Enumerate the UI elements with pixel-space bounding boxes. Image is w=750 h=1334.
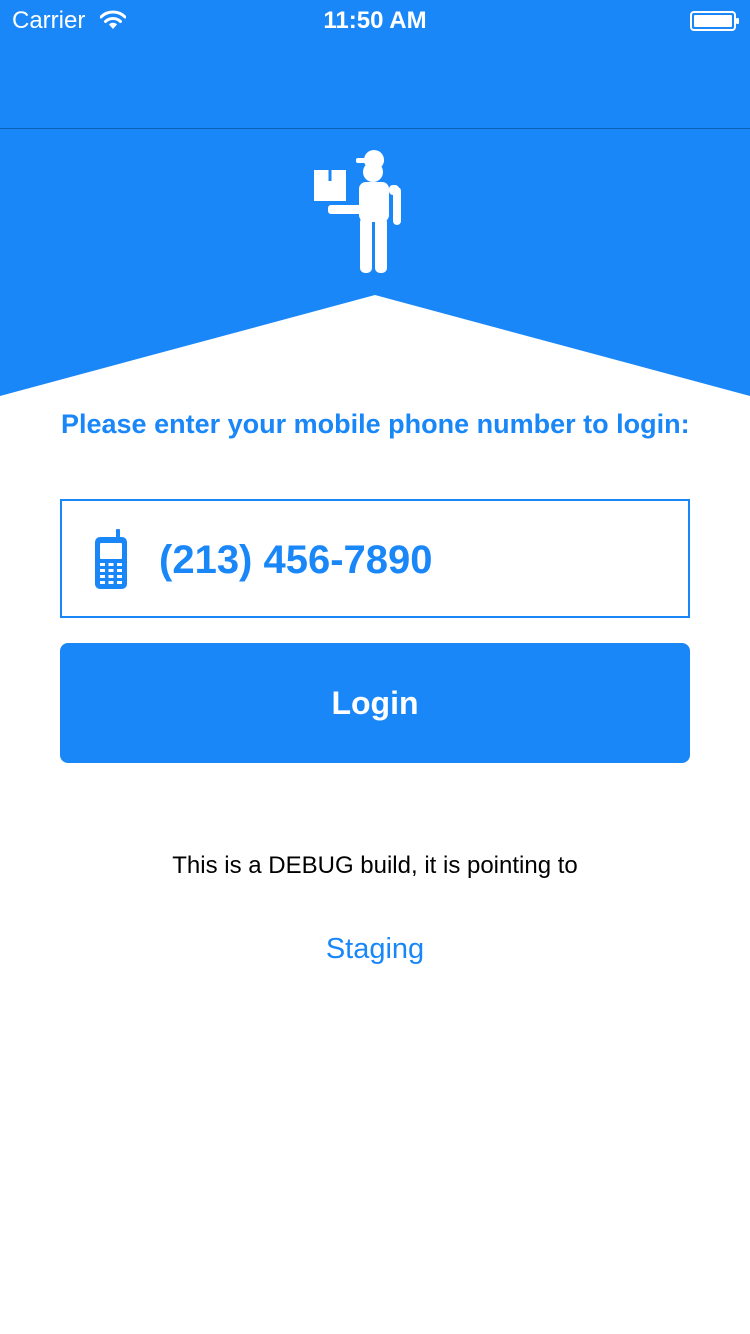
login-screen: Carrier 11:50 AM Please enter your mobil… bbox=[0, 0, 750, 1334]
status-time: 11:50 AM bbox=[323, 7, 427, 34]
environment-link[interactable]: Staging bbox=[0, 930, 750, 968]
mobile-phone-icon bbox=[95, 529, 127, 589]
phone-number-input[interactable]: (213) 456-7890 bbox=[60, 499, 690, 618]
login-button[interactable]: Login bbox=[60, 643, 690, 763]
debug-build-notice: This is a DEBUG build, it is pointing to bbox=[172, 852, 578, 879]
status-bar: Carrier 11:50 AM bbox=[0, 0, 750, 40]
delivery-man-icon bbox=[314, 150, 401, 273]
battery-icon bbox=[690, 11, 739, 31]
navigation-bar bbox=[0, 40, 750, 129]
login-prompt: Please enter your mobile phone number to… bbox=[61, 409, 690, 439]
phone-number-value[interactable]: (213) 456-7890 bbox=[159, 533, 433, 587]
